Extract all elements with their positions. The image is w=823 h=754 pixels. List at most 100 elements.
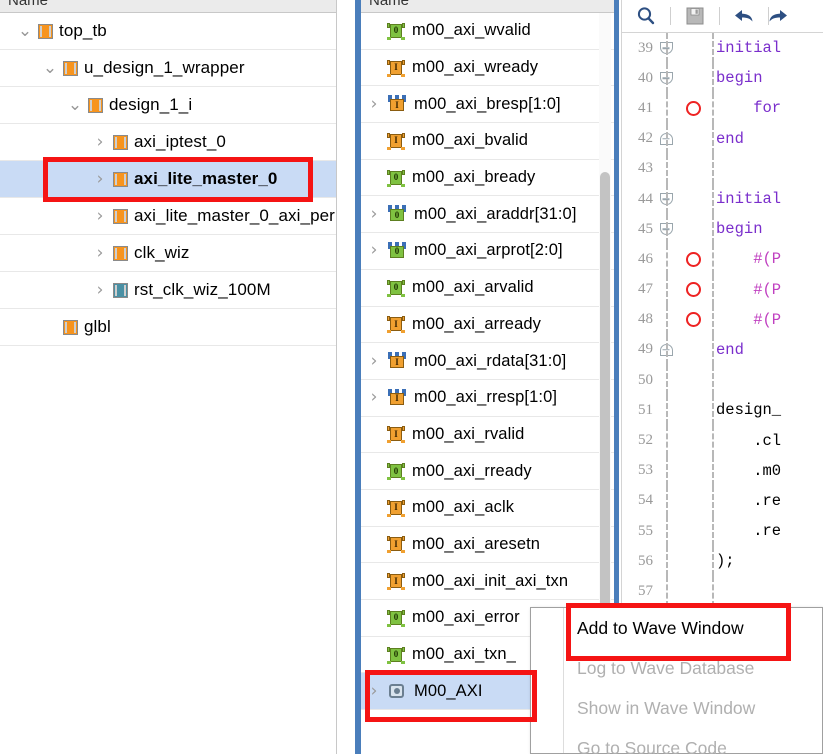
objects-scrollbar-thumb[interactable] bbox=[600, 172, 610, 615]
object-list-row[interactable]: 0 m00_axi_wvalid bbox=[361, 13, 614, 50]
code-line[interactable]: 51 design_ bbox=[622, 395, 823, 426]
code-text: begin bbox=[716, 69, 763, 88]
breakpoint-icon[interactable] bbox=[676, 251, 710, 267]
code-text: #(P bbox=[716, 250, 782, 269]
module-chip-orange-icon bbox=[113, 245, 128, 261]
code-line[interactable]: 49 end bbox=[622, 334, 823, 366]
save-icon[interactable] bbox=[671, 0, 719, 32]
scope-tree-row[interactable]: › clk_wiz bbox=[0, 235, 336, 272]
scope-tree-row[interactable]: ⌄ design_1_i bbox=[0, 87, 336, 124]
chevron-right-icon[interactable]: › bbox=[361, 352, 387, 370]
code-text: .cl bbox=[716, 431, 782, 450]
indent-guide bbox=[712, 63, 714, 94]
object-list-row-label: m00_axi_bready bbox=[412, 168, 536, 187]
scope-tree-row[interactable]: › axi_iptest_0 bbox=[0, 124, 336, 161]
code-line[interactable]: 53 .m0 bbox=[622, 455, 823, 486]
code-text: begin bbox=[716, 220, 763, 239]
chevron-right-icon[interactable]: › bbox=[361, 205, 387, 223]
code-line[interactable]: 43 bbox=[622, 153, 823, 184]
chevron-right-icon[interactable]: › bbox=[361, 95, 387, 113]
chevron-right-icon[interactable]: › bbox=[89, 281, 111, 299]
code-line[interactable]: 52 .cl bbox=[622, 425, 823, 456]
scope-tree-row[interactable]: ⌄ u_design_1_wrapper bbox=[0, 50, 336, 87]
code-line[interactable]: 48 #(P bbox=[622, 304, 823, 335]
code-line[interactable]: 46 #(P bbox=[622, 244, 823, 275]
chevron-right-icon[interactable]: › bbox=[89, 133, 111, 151]
scope-tree-row[interactable]: glbl bbox=[0, 309, 336, 346]
indent-guide bbox=[712, 274, 714, 305]
scope-tree-row[interactable]: › axi_lite_master_0_axi_per bbox=[0, 198, 336, 235]
object-list-row[interactable]: Im00_axi_aclk bbox=[361, 489, 614, 527]
indent-guide bbox=[712, 365, 714, 396]
scope-tree-row-label: glbl bbox=[84, 317, 111, 336]
indent-guide bbox=[666, 33, 668, 64]
object-list-row[interactable]: 0 m00_axi_rready bbox=[361, 453, 614, 490]
scope-tree-row[interactable]: › rst_clk_wiz_100M bbox=[0, 272, 336, 309]
bus-output-icon: 0 bbox=[387, 241, 407, 260]
code-line[interactable]: 44 initial bbox=[622, 183, 823, 215]
object-list-row-label: m00_axi_txn_ bbox=[412, 645, 516, 664]
object-list-row[interactable]: 0 m00_axi_bready bbox=[361, 159, 614, 197]
chevron-right-icon[interactable]: › bbox=[89, 244, 111, 262]
code-line[interactable]: 56); bbox=[622, 546, 823, 577]
line-number: 44 bbox=[638, 190, 653, 207]
module-chip-orange-icon bbox=[63, 319, 78, 335]
breakpoint-icon[interactable] bbox=[676, 100, 710, 116]
indent-guide bbox=[666, 123, 668, 154]
code-line[interactable]: 50 bbox=[622, 365, 823, 396]
object-list-row[interactable]: 0 m00_axi_arvalid bbox=[361, 269, 614, 307]
code-text: .m0 bbox=[716, 461, 782, 480]
code-text: .re bbox=[716, 522, 782, 541]
indent-guide bbox=[666, 455, 668, 486]
object-list-row[interactable]: Im00_axi_bvalid bbox=[361, 123, 614, 160]
code-line[interactable]: 45 begin bbox=[622, 214, 823, 245]
signal-output-icon: 0 bbox=[387, 22, 405, 40]
object-list-row-label: m00_axi_bresp[1:0] bbox=[414, 94, 561, 113]
code-line[interactable]: 54 .re bbox=[622, 485, 823, 516]
chevron-down-icon[interactable]: ⌄ bbox=[64, 96, 86, 114]
object-list-row[interactable]: Im00_axi_wready bbox=[361, 49, 614, 87]
indent-guide bbox=[666, 365, 668, 396]
scope-tree-row-label: design_1_i bbox=[109, 95, 193, 114]
indent-guide bbox=[712, 546, 714, 577]
indent-guide bbox=[712, 395, 714, 426]
code-text: .re bbox=[716, 491, 782, 510]
object-list-row[interactable]: › Im00_axi_bresp[1:0] bbox=[361, 86, 614, 124]
code-line[interactable]: 55 .re bbox=[622, 516, 823, 547]
indent-guide bbox=[666, 183, 668, 215]
line-number: 49 bbox=[638, 341, 653, 358]
object-list-row[interactable]: › 0 m00_axi_araddr[31:0] bbox=[361, 196, 614, 234]
code-line[interactable]: 42 end bbox=[622, 123, 823, 154]
module-chip-orange-icon bbox=[63, 60, 78, 76]
breakpoint-icon[interactable] bbox=[676, 312, 710, 328]
code-line[interactable]: 40 begin bbox=[622, 63, 823, 94]
indent-guide bbox=[712, 244, 714, 275]
scope-tree-row[interactable]: ⌄ top_tb bbox=[0, 13, 336, 50]
signal-input-icon: I bbox=[387, 572, 405, 591]
indent-guide bbox=[666, 244, 668, 275]
chevron-right-icon[interactable]: › bbox=[361, 242, 387, 259]
indent-guide bbox=[712, 93, 714, 124]
indent-guide bbox=[666, 214, 668, 245]
code-line[interactable]: 41 for bbox=[622, 93, 823, 124]
code-text: initial bbox=[716, 190, 782, 209]
chevron-down-icon[interactable]: ⌄ bbox=[39, 59, 61, 77]
line-number: 41 bbox=[638, 99, 653, 116]
chevron-right-icon[interactable]: › bbox=[361, 389, 387, 406]
undo-icon[interactable] bbox=[720, 0, 768, 32]
object-list-row[interactable]: Im00_axi_arready bbox=[361, 306, 614, 344]
chevron-right-icon[interactable]: › bbox=[89, 207, 111, 225]
search-icon[interactable] bbox=[622, 0, 670, 32]
object-list-row[interactable]: › 0 m00_axi_arprot[2:0] bbox=[361, 233, 614, 270]
chevron-down-icon[interactable]: ⌄ bbox=[14, 22, 36, 40]
object-list-row[interactable]: › Im00_axi_rresp[1:0] bbox=[361, 379, 614, 417]
object-list-row[interactable]: Im00_axi_rvalid bbox=[361, 416, 614, 454]
breakpoint-icon[interactable] bbox=[676, 282, 710, 298]
code-line[interactable]: 47 #(P bbox=[622, 274, 823, 305]
object-list-row[interactable]: Im00_axi_init_axi_txn bbox=[361, 563, 614, 600]
object-list-row[interactable]: Im00_axi_aresetn bbox=[361, 526, 614, 564]
redo-icon[interactable] bbox=[769, 0, 789, 32]
editor-toolbar bbox=[622, 0, 823, 33]
code-line[interactable]: 39 initial bbox=[622, 33, 823, 64]
object-list-row[interactable]: › Im00_axi_rdata[31:0] bbox=[361, 343, 614, 380]
